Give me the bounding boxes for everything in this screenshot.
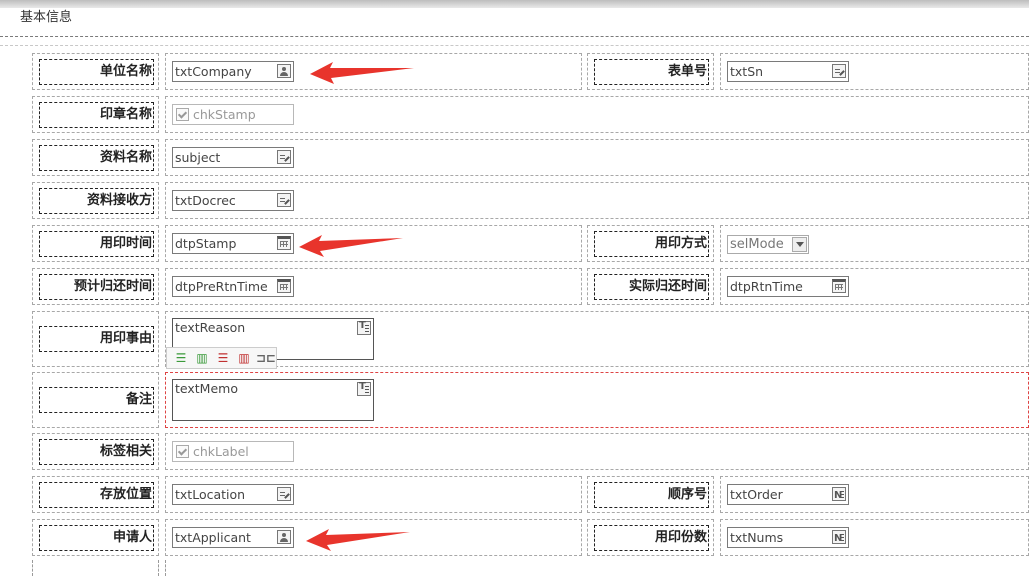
annotation-arrows [299,62,414,551]
annotation-arrow-applicant [306,529,410,551]
annotation-arrow-stamp-time [299,235,403,257]
annotation-arrow-company [310,62,414,84]
